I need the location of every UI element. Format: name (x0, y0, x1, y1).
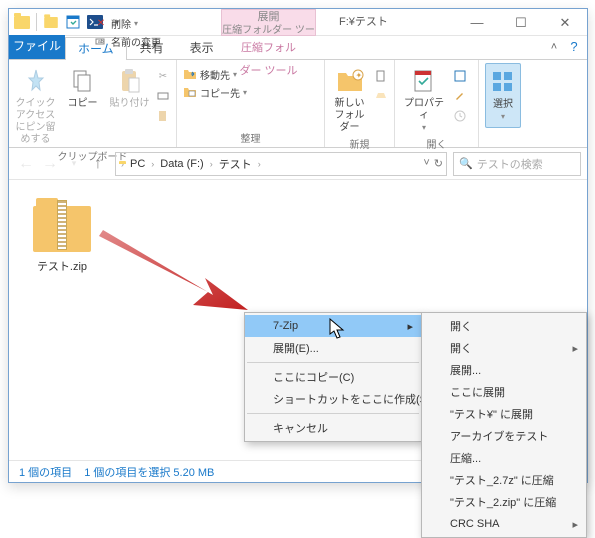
moveto-button[interactable]: 移動先 ▾ (183, 65, 237, 83)
menu-item-compress[interactable]: 圧縮... (422, 447, 586, 469)
new-item-icon (374, 69, 388, 83)
help-icon[interactable]: ? (565, 35, 583, 59)
file-item[interactable]: テスト.zip (23, 194, 101, 274)
pin-quickaccess-button[interactable]: クイック アクセス にピン留めする (15, 63, 56, 146)
group-organize-label: 整理 (183, 128, 318, 147)
copy-button[interactable]: コピー (62, 63, 103, 110)
cut-button[interactable]: ✂ (156, 67, 170, 85)
menu-item-cancel[interactable]: キャンセル (245, 417, 421, 439)
group-new-label: 新規 (331, 134, 388, 153)
chevron-right-icon[interactable]: › (258, 159, 261, 169)
status-selection: 1 個の項目を選択 5.20 MB (84, 464, 214, 480)
address-bar[interactable]: › PC › Data (F:) › テスト › ˅ ↻ (115, 152, 447, 176)
tab-view[interactable]: 表示 (177, 36, 227, 59)
cut-icon: ✂ (156, 69, 170, 83)
edit-icon (453, 89, 467, 103)
properties-icon (410, 67, 438, 95)
properties-button[interactable]: プロパティ ▾ (401, 63, 447, 134)
file-label: テスト.zip (23, 258, 101, 274)
newfolder-button[interactable]: ✦ 新しい フォルダー (331, 63, 368, 134)
group-select-label (485, 143, 521, 147)
search-icon: 🔍 (459, 157, 473, 170)
svg-text:ab: ab (98, 39, 104, 45)
context-menu-7zip: 開く 開く 展開... ここに展開 "テスト¥" に展開 アーカイブをテスト 圧… (421, 312, 587, 538)
close-button[interactable]: ✕ (543, 9, 587, 36)
tab-file[interactable]: ファイル (9, 35, 65, 59)
chevron-right-icon[interactable]: › (151, 159, 154, 169)
menu-item-expand[interactable]: 展開... (422, 359, 586, 381)
nav-recent-dropdown[interactable]: ▾ (63, 153, 85, 175)
breadcrumb-drive[interactable]: Data (F:) (156, 158, 207, 170)
status-item-count: 1 個の項目 (19, 464, 72, 480)
context-menu-primary: 7-Zip 展開(E)... ここにコピー(C) ショートカットをここに作成(S… (244, 312, 422, 442)
menu-item-open1[interactable]: 開く (422, 315, 586, 337)
easy-access-icon (374, 89, 388, 103)
moveto-icon (183, 67, 197, 81)
history-icon (453, 109, 467, 123)
newfolder-icon: ✦ (336, 67, 364, 95)
zip-folder-icon (33, 194, 91, 252)
search-placeholder: テストの検索 (477, 156, 543, 172)
menu-item-expandhere[interactable]: ここに展開 (422, 381, 586, 403)
nav-up-button[interactable]: ↑ (87, 153, 109, 175)
chevron-right-icon[interactable]: › (210, 159, 213, 169)
menu-item-expand[interactable]: 展開(E)... (245, 337, 421, 359)
rename-button[interactable]: ab名前の変更 (94, 32, 161, 50)
group-open-label: 開く (401, 134, 472, 153)
menu-item-7zip[interactable]: 7-Zip (245, 315, 421, 337)
contextual-header-title: 展開 (222, 11, 315, 24)
delete-icon: ✕ (94, 16, 108, 30)
nav-back-button[interactable]: ← (15, 153, 37, 175)
copy-icon (69, 67, 97, 95)
paste-button[interactable]: 貼り付け (109, 63, 150, 110)
menu-item-compresszip[interactable]: "テスト_2.zip" に圧縮 (422, 491, 586, 513)
menu-item-open2[interactable]: 開く (422, 337, 586, 359)
folder-icon (13, 13, 31, 31)
open-button[interactable] (453, 67, 467, 85)
paste-shortcut-icon (156, 109, 170, 123)
pin-icon (22, 67, 50, 95)
menu-separator (247, 413, 419, 414)
breadcrumb-pc[interactable]: PC (126, 158, 149, 170)
menu-separator (247, 362, 419, 363)
refresh-icon[interactable]: ↻ (434, 157, 443, 170)
new-item-button[interactable] (374, 67, 388, 85)
select-button[interactable]: 選択 ▾ (485, 63, 521, 128)
paste-icon (116, 67, 144, 95)
ribbon: クイック アクセス にピン留めする コピー 貼り付け ✂ クリップボード (9, 60, 587, 148)
address-dropdown-icon[interactable]: ˅ (423, 157, 429, 170)
annotation-arrow (93, 220, 253, 320)
edit-button[interactable] (453, 87, 467, 105)
minimize-button[interactable]: — (455, 9, 499, 36)
ribbon-collapse-icon[interactable]: ˄ (545, 35, 563, 59)
menu-item-compress7z[interactable]: "テスト_2.7z" に圧縮 (422, 469, 586, 491)
qat-properties-icon[interactable] (64, 13, 82, 31)
open-icon (453, 69, 467, 83)
svg-text:✦: ✦ (355, 71, 362, 80)
menu-item-archivetest[interactable]: アーカイブをテスト (422, 425, 586, 447)
tab-compressed-tools[interactable]: 圧縮フォルダー ツール (223, 36, 314, 59)
window-title: F:¥テスト (339, 9, 388, 36)
select-icon (489, 68, 517, 96)
copyto-icon (183, 85, 197, 99)
paste-shortcut-button[interactable] (156, 107, 170, 125)
menu-item-shortcut[interactable]: ショートカットをここに作成(S) (245, 388, 421, 410)
nav-forward-button[interactable]: → (39, 153, 61, 175)
breadcrumb-folder[interactable]: テスト (215, 156, 256, 172)
maximize-button[interactable]: ☐ (499, 9, 543, 36)
copyto-button[interactable]: コピー先 ▾ (183, 83, 247, 101)
delete-button[interactable]: ✕削除 ▾ (94, 14, 161, 32)
contextual-tab-header: 展開 圧縮フォルダー ツール (221, 9, 316, 36)
search-input[interactable]: 🔍 テストの検索 (453, 152, 581, 176)
navbar: ← → ▾ ↑ › PC › Data (F:) › テスト › ˅ ↻ 🔍 テ… (9, 148, 587, 180)
easy-access-button[interactable] (374, 87, 388, 105)
rename-icon: ab (94, 34, 108, 48)
menu-item-expandto[interactable]: "テスト¥" に展開 (422, 403, 586, 425)
copy-path-icon (156, 89, 170, 103)
menu-item-copyhere[interactable]: ここにコピー(C) (245, 366, 421, 388)
qat-folder-icon[interactable] (42, 13, 60, 31)
menu-item-crcsha[interactable]: CRC SHA (422, 513, 586, 535)
history-button[interactable] (453, 107, 467, 125)
copy-path-button[interactable] (156, 87, 170, 105)
